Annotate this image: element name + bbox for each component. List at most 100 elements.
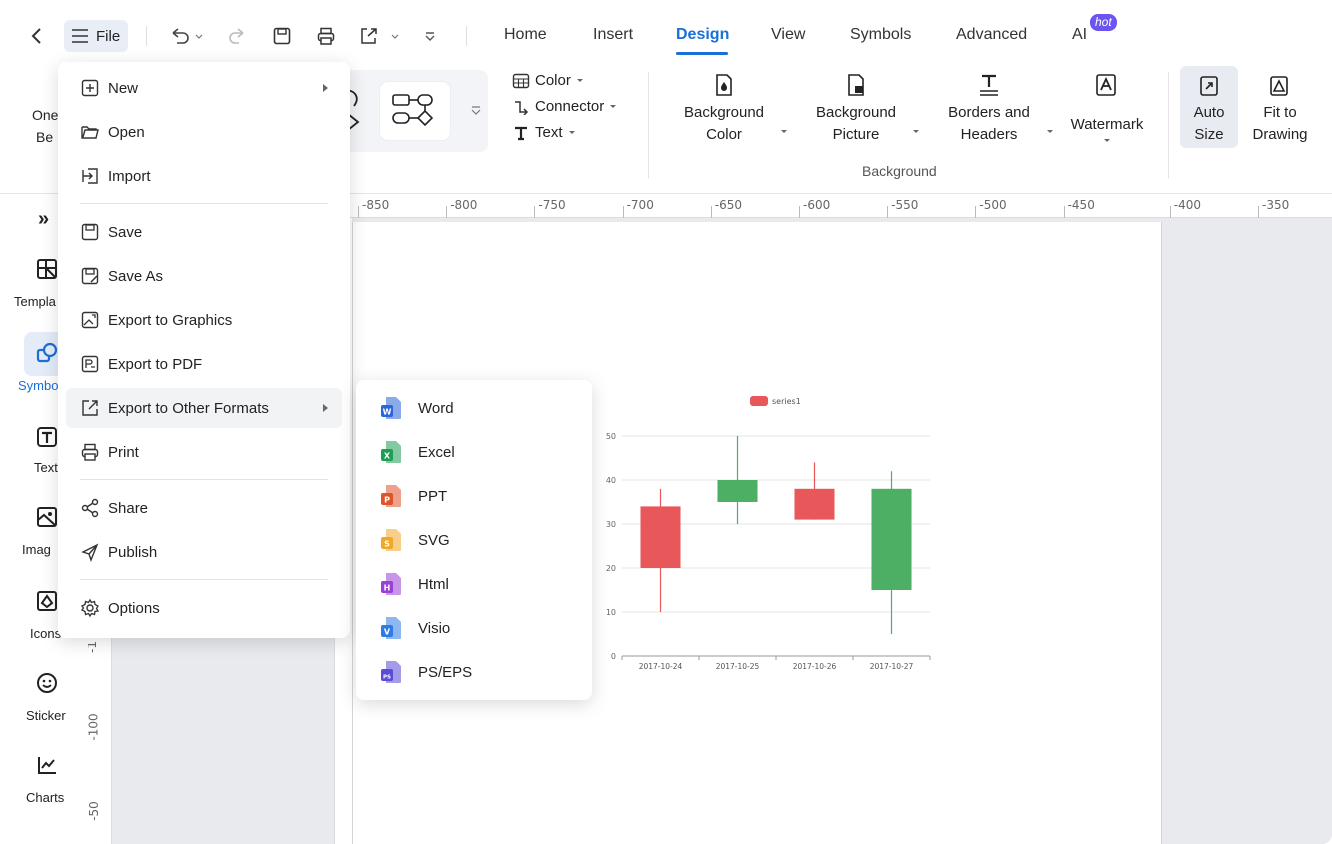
fit-to-drawing-button[interactable]: Fit to Drawing [1246, 102, 1314, 146]
more-toolbar-button[interactable] [420, 24, 440, 48]
menu-item-save[interactable]: Save [66, 212, 342, 252]
watermark-label: Watermark [1070, 116, 1144, 133]
x-tick-label: 2017-10-27 [870, 662, 914, 671]
ruler-label: -850 [362, 198, 390, 212]
connector-icon [515, 100, 529, 115]
ruler-tick [799, 206, 800, 218]
visio-file-icon: V [381, 617, 401, 639]
tab-advanced[interactable]: Advanced [956, 26, 1027, 44]
back-button[interactable] [24, 22, 50, 50]
menu-item-label: Options [108, 599, 160, 617]
submenu-item-pseps[interactable]: PS PS/EPS [364, 652, 584, 692]
export-graphics-icon [81, 311, 99, 329]
submenu-item-excel[interactable]: X Excel [364, 432, 584, 472]
menu-divider [80, 203, 328, 204]
export-submenu: W Word X Excel P PPT S SVG H Html V Visio PS PS/EPS [356, 380, 592, 700]
caret-down-icon[interactable] [1046, 129, 1054, 135]
menu-item-publish[interactable]: Publish [66, 532, 342, 572]
tab-insert[interactable]: Insert [593, 26, 633, 44]
save-icon [273, 27, 291, 45]
menu-item-print[interactable]: Print [66, 432, 342, 472]
menu-item-label: Export to Graphics [108, 311, 233, 329]
background-picture-line2: Picture [832, 126, 880, 143]
ruler-tick [1258, 206, 1259, 218]
icons-icon [37, 591, 57, 611]
caret-down-icon[interactable] [912, 129, 920, 135]
submenu-item-html[interactable]: H Html [364, 564, 584, 604]
color-label: Color [535, 72, 571, 89]
y-tick-label: 50 [606, 432, 616, 441]
save-toolbar-button[interactable] [270, 24, 294, 48]
caret-down-icon [610, 104, 617, 108]
canvas-margin-right [1180, 218, 1332, 844]
submenu-item-svg[interactable]: S SVG [364, 520, 584, 560]
hot-badge: hot [1090, 14, 1117, 31]
export-toolbar-button[interactable] [358, 24, 402, 48]
style-thumbnail[interactable] [380, 82, 450, 140]
menu-item-share[interactable]: Share [66, 488, 342, 528]
background-picture-icon [848, 74, 864, 96]
svg-text:P: P [384, 496, 390, 505]
svg-text:PS: PS [383, 675, 391, 681]
candlestick-chart[interactable]: series1 0 10 20 30 40 50 2017-10-24 2017-10-25… [596, 390, 946, 680]
tab-symbols[interactable]: Symbols [850, 26, 911, 44]
submenu-item-ppt[interactable]: P PPT [364, 476, 584, 516]
candle-body[interactable] [871, 488, 912, 590]
tab-design[interactable]: Design [676, 26, 729, 44]
color-dropdown[interactable]: Color [512, 72, 584, 89]
ribbon-partial-label: One [32, 107, 59, 123]
menu-item-new[interactable]: New [66, 68, 342, 108]
ruler-tick [534, 206, 536, 218]
borders-headers-button[interactable]: Borders and Headers [938, 102, 1040, 146]
watermark-icon [1096, 74, 1116, 96]
redo-button[interactable] [226, 24, 250, 48]
candle-body[interactable] [717, 480, 758, 502]
html-file-icon: H [381, 573, 401, 595]
watermark-button[interactable]: Watermark [1062, 114, 1152, 136]
text-dropdown[interactable]: Text [512, 124, 576, 141]
sidebar-item-label: Symbo [18, 378, 59, 393]
candle-body[interactable] [794, 488, 835, 520]
background-picture-icon-wrap [844, 72, 868, 98]
toolbar-divider [146, 26, 147, 46]
caret-down-icon[interactable] [780, 129, 788, 135]
tab-home[interactable]: Home [504, 26, 547, 44]
ruler-tick [887, 206, 889, 218]
chart-x-labels: 2017-10-24 2017-10-25 2017-10-26 2017-10-27 [621, 656, 931, 671]
background-color-button[interactable]: Background Color [676, 102, 772, 146]
y-tick-label: 20 [606, 564, 616, 573]
menu-item-open[interactable]: Open [66, 112, 342, 152]
menu-item-import[interactable]: Import [66, 156, 342, 196]
svg-text:S: S [384, 540, 390, 549]
menu-item-options[interactable]: Options [66, 588, 342, 628]
tab-ai[interactable]: AI [1072, 26, 1087, 44]
chevron-down-more-icon [471, 106, 481, 115]
file-menu-button[interactable]: File [64, 20, 128, 52]
submenu-item-label: Word [418, 399, 454, 417]
fit-drawing-icon-wrap [1268, 74, 1290, 98]
ruler-vlabel: -50 [86, 801, 101, 821]
tab-view[interactable]: View [771, 26, 805, 44]
gear-icon [81, 598, 100, 618]
svg-text:X: X [384, 452, 391, 461]
print-toolbar-button[interactable] [314, 24, 338, 48]
ruler-label: -400 [1173, 198, 1202, 212]
menu-item-export-graphics[interactable]: Export to Graphics [66, 300, 342, 340]
style-gallery-more-button[interactable] [468, 100, 484, 120]
submenu-item-word[interactable]: W Word [364, 388, 584, 428]
menu-item-export-other[interactable]: Export to Other Formats [66, 388, 342, 428]
connector-dropdown[interactable]: Connector [512, 98, 617, 115]
borders-headers-icon [980, 74, 998, 96]
active-tab-indicator [676, 52, 728, 55]
background-picture-button[interactable]: Background Picture [808, 102, 904, 146]
submenu-item-visio[interactable]: V Visio [364, 608, 584, 648]
menu-item-export-pdf[interactable]: Export to PDF [66, 344, 342, 384]
undo-button[interactable] [166, 24, 206, 48]
caret-down-icon[interactable] [1103, 138, 1111, 144]
save-icon [81, 223, 99, 241]
candle-body[interactable] [640, 506, 681, 568]
app-window: File Home Insert Design View Symbols Adv… [0, 0, 1332, 844]
expand-sidebar-button[interactable]: » [38, 208, 49, 231]
menu-item-save-as[interactable]: Save As [66, 256, 342, 296]
ribbon-partial-label: Be [36, 129, 54, 145]
